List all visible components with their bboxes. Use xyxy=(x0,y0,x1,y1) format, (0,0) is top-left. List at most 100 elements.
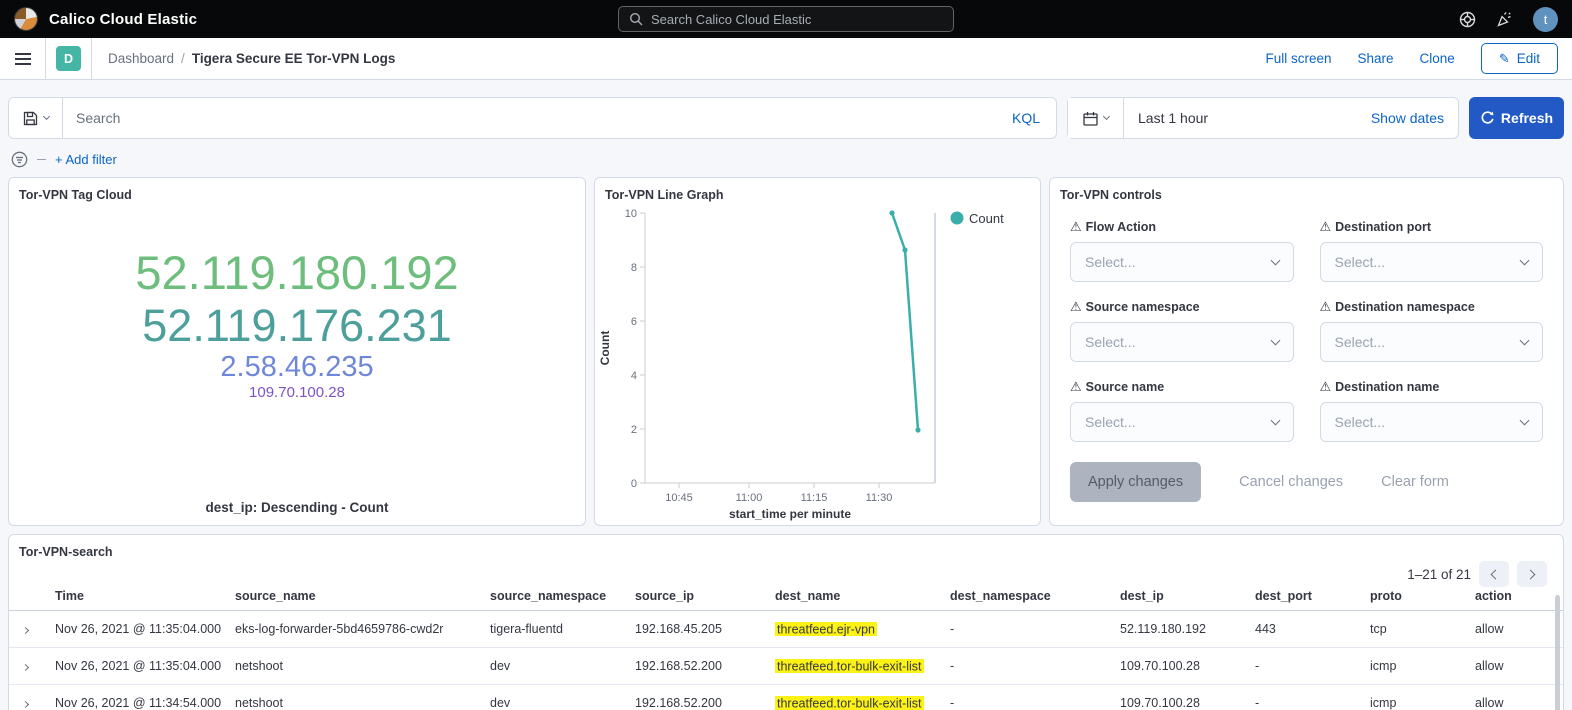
warning-icon: ⚠ xyxy=(1070,299,1082,315)
cell-dest-ip: 109.70.100.28 xyxy=(1108,659,1243,673)
search-icon xyxy=(629,12,643,26)
tag-cloud-panel: Tor-VPN Tag Cloud 52.119.180.192 52.119.… xyxy=(8,177,586,526)
destination-name-select[interactable]: Select... xyxy=(1320,402,1544,442)
destination-port-field: ⚠Destination port Select... xyxy=(1320,219,1544,282)
refresh-button-label: Refresh xyxy=(1501,110,1553,126)
cell-source-namespace: tigera-fluentd xyxy=(478,622,623,636)
expand-row-button[interactable] xyxy=(9,659,43,673)
cancel-changes-button[interactable]: Cancel changes xyxy=(1239,474,1343,490)
warning-icon: ⚠ xyxy=(1320,219,1332,235)
x-axis-label: start_time per minute xyxy=(729,507,851,521)
column-header[interactable]: action xyxy=(1463,589,1563,603)
cell-proto: icmp xyxy=(1358,696,1463,710)
destination-name-field: ⚠Destination name Select... xyxy=(1320,379,1544,442)
add-filter-link[interactable]: + Add filter xyxy=(55,152,117,167)
column-header[interactable]: source_ip xyxy=(623,589,763,603)
expand-row-button[interactable] xyxy=(9,622,43,636)
filter-icon[interactable] xyxy=(11,151,28,168)
breadcrumb-current: Tigera Secure EE Tor-VPN Logs xyxy=(192,51,396,66)
share-link[interactable]: Share xyxy=(1358,51,1394,66)
y-tick: 6 xyxy=(631,316,637,328)
x-tick: 10:45 xyxy=(665,492,693,504)
flow-action-field: ⚠Flow Action Select... xyxy=(1070,219,1294,282)
y-tick: 2 xyxy=(631,424,637,436)
next-page-button[interactable] xyxy=(1517,561,1547,587)
destination-namespace-select[interactable]: Select... xyxy=(1320,322,1544,362)
flow-action-select[interactable]: Select... xyxy=(1070,242,1294,282)
column-header[interactable]: Time xyxy=(43,589,223,603)
kql-toggle[interactable]: KQL xyxy=(996,110,1056,126)
date-picker-button[interactable] xyxy=(1068,98,1124,138)
column-header[interactable]: source_namespace xyxy=(478,589,623,603)
column-header[interactable]: dest_name xyxy=(763,589,938,603)
source-name-field: ⚠Source name Select... xyxy=(1070,379,1294,442)
prev-page-button[interactable] xyxy=(1479,561,1509,587)
destination-port-select[interactable]: Select... xyxy=(1320,242,1544,282)
panel-title: Tor-VPN-search xyxy=(19,545,1563,559)
refresh-button[interactable]: Refresh xyxy=(1469,97,1564,139)
user-avatar[interactable]: t xyxy=(1533,7,1558,32)
calico-logo-icon[interactable] xyxy=(14,7,38,31)
destination-namespace-field: ⚠Destination namespace Select... xyxy=(1320,299,1544,362)
clear-form-button[interactable]: Clear form xyxy=(1381,474,1449,490)
help-icon[interactable] xyxy=(1459,11,1476,28)
show-dates-link[interactable]: Show dates xyxy=(1371,110,1458,126)
y-axis-label: Count xyxy=(598,331,612,366)
breadcrumb-dashboard[interactable]: Dashboard xyxy=(108,51,174,66)
column-header[interactable]: dest_namespace xyxy=(938,589,1108,603)
source-name-select[interactable]: Select... xyxy=(1070,402,1294,442)
count-series-line xyxy=(892,213,918,430)
menu-button[interactable] xyxy=(0,38,46,79)
cell-dest-ip: 52.119.180.192 xyxy=(1108,622,1243,636)
cell-action: allow xyxy=(1463,622,1563,636)
filter-divider xyxy=(37,159,46,160)
chevron-down-icon xyxy=(1270,416,1280,426)
table-scrollbar[interactable] xyxy=(1555,595,1560,710)
full-screen-link[interactable]: Full screen xyxy=(1265,51,1331,66)
data-point[interactable] xyxy=(915,427,920,432)
column-header[interactable]: dest_ip xyxy=(1108,589,1243,603)
query-input[interactable]: Search xyxy=(63,110,996,126)
cell-source-name: netshoot xyxy=(223,696,478,710)
edit-button[interactable]: ✎ Edit xyxy=(1481,43,1558,74)
highlighted-value: threatfeed.tor-bulk-exit-list xyxy=(775,659,924,673)
cell-source-ip: 192.168.45.205 xyxy=(623,622,763,636)
x-tick: 11:30 xyxy=(866,492,893,504)
dashboard-actions: Full screen Share Clone ✎ Edit xyxy=(1265,43,1572,74)
table-row: Nov 26, 2021 @ 11:35:04.000 eks-log-forw… xyxy=(9,611,1563,648)
cell-dest-name: threatfeed.tor-bulk-exit-list xyxy=(763,696,938,710)
tag-cloud-tag[interactable]: 52.119.180.192 xyxy=(135,246,458,300)
column-header[interactable]: dest_port xyxy=(1243,589,1358,603)
warning-icon: ⚠ xyxy=(1320,299,1332,315)
chevron-right-icon xyxy=(22,627,29,634)
y-tick: 10 xyxy=(625,208,637,220)
data-point[interactable] xyxy=(902,247,907,252)
panels-row: Tor-VPN Tag Cloud 52.119.180.192 52.119.… xyxy=(8,177,1564,526)
apply-changes-button[interactable]: Apply changes xyxy=(1070,462,1201,502)
highlighted-value: threatfeed.tor-bulk-exit-list xyxy=(775,696,924,710)
data-point[interactable] xyxy=(889,210,894,215)
tag-cloud-caption: dest_ip: Descending - Count xyxy=(9,500,585,515)
field-label: ⚠Destination name xyxy=(1320,379,1544,395)
tag-cloud-tag[interactable]: 52.119.176.231 xyxy=(142,300,451,351)
column-header[interactable]: source_name xyxy=(223,589,478,603)
legend-label[interactable]: Count xyxy=(969,211,1004,226)
global-search-input[interactable]: Search Calico Cloud Elastic xyxy=(618,6,954,32)
dashboard-app-badge[interactable]: D xyxy=(56,46,81,71)
time-range-value[interactable]: Last 1 hour xyxy=(1138,110,1208,126)
legend-swatch xyxy=(951,212,964,225)
clone-link[interactable]: Clone xyxy=(1420,51,1455,66)
tag-cloud-tag[interactable]: 2.58.46.235 xyxy=(220,351,373,384)
edit-button-label: Edit xyxy=(1517,51,1540,66)
column-header[interactable]: proto xyxy=(1358,589,1463,603)
source-namespace-select[interactable]: Select... xyxy=(1070,322,1294,362)
cell-dest-port: 443 xyxy=(1243,622,1358,636)
chevron-right-icon xyxy=(1526,569,1536,579)
expand-row-button[interactable] xyxy=(9,696,43,710)
saved-query-button[interactable] xyxy=(9,98,63,138)
chevron-down-icon xyxy=(1270,256,1280,266)
cell-dest-port: - xyxy=(1243,659,1358,673)
cell-source-namespace: dev xyxy=(478,659,623,673)
announcements-icon[interactable] xyxy=(1496,11,1513,28)
tag-cloud-tag[interactable]: 109.70.100.28 xyxy=(249,384,345,401)
